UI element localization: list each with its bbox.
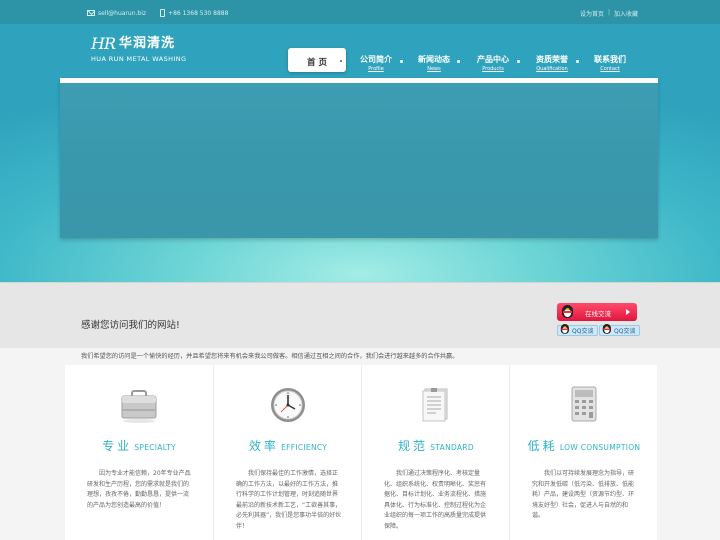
feature-title-en: Standard [430, 443, 474, 452]
feature-title-en: Efficiency [281, 443, 328, 452]
features-section: 专业 Specialty 因为专业才能信赖，20年专业产品研发和生产历程，您的需… [65, 365, 657, 540]
feature-efficiency: 效率 Efficiency 我们保持最佳的工作激情，选择正确的工作方法，以最好的… [213, 365, 361, 540]
feature-title-cn: 效率 [248, 439, 279, 453]
contact-info: sell@huarun.biz +86 1368 530 8888 [87, 9, 228, 17]
online-chat-label: 在线交流 [585, 310, 611, 318]
nav-item-home[interactable]: 首 页 [288, 48, 346, 72]
feature-heading: 规范 Standard [362, 437, 510, 454]
feature-heading: 专业 Specialty [65, 437, 213, 454]
nav-item-sublabel: Qualification [536, 66, 568, 72]
intro-text: 我们希望您的访问是一个愉快的经历，并且希望您将来有机会来我公司做客。相信通过互相… [81, 353, 459, 360]
nav-dot-icon [517, 60, 520, 63]
nav-item-label: 公司简介 [360, 55, 392, 64]
email-text: sell@huarun.biz [98, 9, 147, 17]
qq-chat-button-1[interactable]: QQ交谈 [557, 324, 599, 336]
nav-item-label: 首 页 [307, 58, 327, 68]
welcome-bar: 感谢您访问我们的网站! 在线交流 QQ交谈 QQ交谈 [0, 282, 720, 348]
email-item[interactable]: sell@huarun.biz [87, 10, 146, 17]
banner-slideshow[interactable] [60, 78, 658, 238]
site-logo[interactable]: HR 华润清洗 HUA RUN METAL WASHING [91, 34, 187, 64]
link-separator: | [608, 9, 611, 16]
qq-penguin-icon [602, 324, 612, 335]
nav-item-products[interactable]: 产品中心 Products [471, 48, 515, 73]
nav-item-sublabel: Contact [600, 66, 620, 72]
nav-item-sublabel: Profile [368, 66, 384, 72]
nav-item-label: 资质荣誉 [536, 55, 568, 64]
feature-low-consumption: 低耗 Low Consumption 我们以可持续发展理念为指导，研究和开发低碳… [509, 365, 657, 540]
nav-item-sublabel: Products [482, 66, 504, 72]
calculator-icon [564, 385, 604, 425]
qq-chat-label: QQ交谈 [614, 328, 636, 335]
arrow-right-icon [626, 309, 630, 315]
logo-name-cn: 华润清洗 [119, 36, 176, 51]
add-favorite-link[interactable]: 加入收藏 [614, 9, 638, 18]
phone-icon [160, 9, 166, 17]
qq-penguin-icon [560, 324, 570, 335]
nav-item-label: 联系我们 [594, 55, 626, 64]
feature-title-cn: 规范 [398, 439, 429, 453]
mail-icon [87, 10, 95, 16]
nav-dot-icon [340, 60, 342, 62]
phone-text: +86 1368 530 8888 [168, 9, 229, 17]
feature-title-cn: 专业 [102, 439, 133, 453]
feature-desc: 我们以可持续发展理念为指导，研究和开发低碳（低污染、低排放、低能耗）产品，建设两… [532, 470, 635, 519]
feature-title-en: Low Consumption [559, 443, 641, 452]
nav-item-label: 产品中心 [477, 55, 509, 64]
qq-chat-button-2[interactable]: QQ交谈 [599, 324, 641, 336]
nav-dot-icon [400, 60, 403, 63]
document-icon [416, 385, 456, 425]
nav-dot-icon [457, 60, 460, 63]
qq-penguin-icon [561, 305, 574, 319]
hero-section: HR 华润清洗 HUA RUN METAL WASHING 首 页 公司简介 P… [0, 24, 720, 282]
top-links: 设为首页 | 加入收藏 [580, 9, 638, 18]
welcome-title: 感谢您访问我们的网站! [81, 320, 180, 331]
nav-item-qualification[interactable]: 资质荣誉 Qualification [530, 48, 574, 73]
feature-specialty: 专业 Specialty 因为专业才能信赖，20年专业产品研发和生产历程，您的需… [65, 365, 213, 540]
feature-desc: 因为专业才能信赖，20年专业产品研发和生产历程，您的需求就是我们的理想，孜孜不倦… [87, 470, 191, 509]
set-home-link[interactable]: 设为首页 [580, 9, 604, 18]
nav-item-profile[interactable]: 公司简介 Profile [354, 48, 398, 73]
feature-desc: 我们通过决策程序化、考核定量化、组织系统化、权责明晰化、奖惩有据化、目标计划化、… [384, 470, 487, 530]
feature-title-cn: 低耗 [527, 439, 558, 453]
nav-item-sublabel: News [427, 66, 441, 72]
feature-heading: 低耗 Low Consumption [510, 437, 658, 454]
nav-item-label: 新闻动态 [418, 55, 450, 64]
nav-item-contact[interactable]: 联系我们 Contact [588, 48, 632, 73]
feature-desc: 我们保持最佳的工作激情，选择正确的工作方法，以最好的工作方法，推行科学的工作计划… [236, 470, 342, 530]
feature-standard: 规范 Standard 我们通过决策程序化、考核定量化、组织系统化、权责明晰化、… [361, 365, 509, 540]
logo-name-en: HUA RUN METAL WASHING [91, 55, 187, 63]
online-chat-button[interactable]: 在线交流 [557, 303, 637, 321]
nav-dot-icon [576, 60, 579, 63]
qq-chat-label: QQ交谈 [572, 328, 594, 335]
feature-title-en: Specialty [134, 443, 176, 452]
feature-heading: 效率 Efficiency [214, 437, 362, 454]
top-bar: sell@huarun.biz +86 1368 530 8888 设为首页 |… [0, 0, 720, 24]
nav-item-news[interactable]: 新闻动态 News [412, 48, 456, 73]
logo-mark: HR [91, 34, 116, 53]
briefcase-icon [119, 385, 159, 425]
phone-item: +86 1368 530 8888 [160, 9, 228, 17]
clock-icon [268, 385, 308, 425]
